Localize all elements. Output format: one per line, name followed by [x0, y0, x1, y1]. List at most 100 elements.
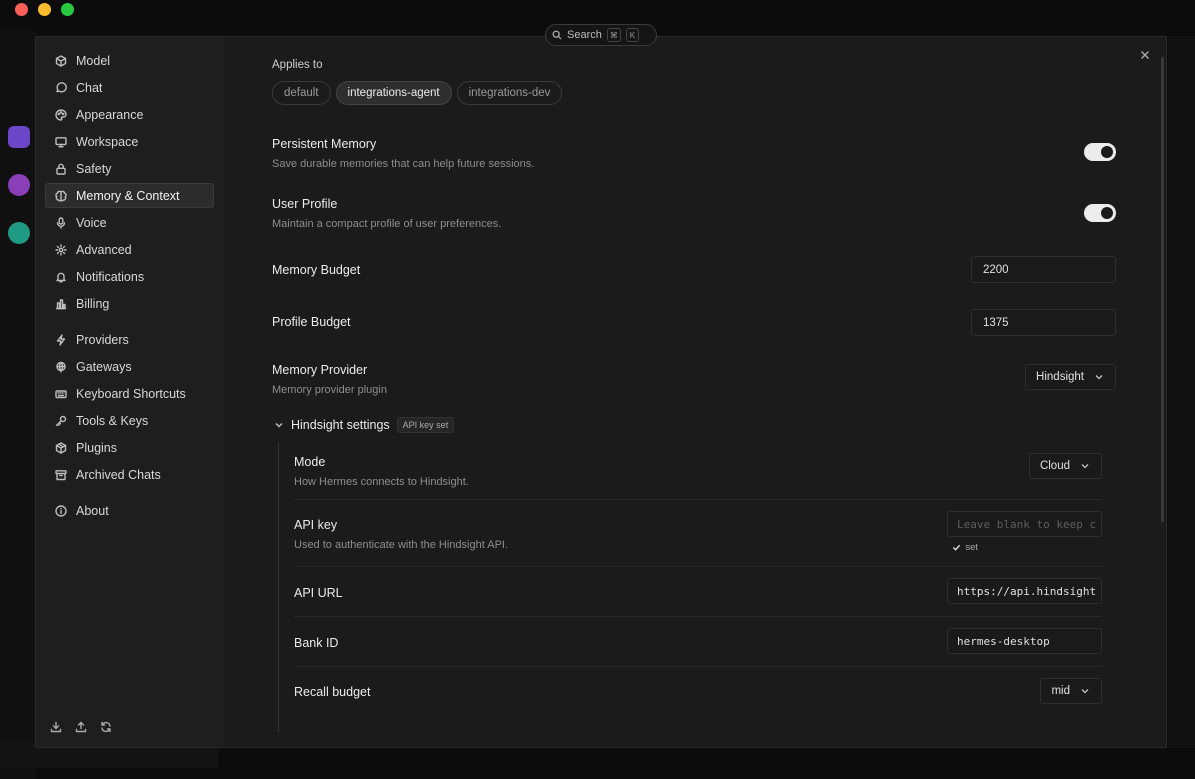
mode-row: Mode How Hermes connects to Hindsight. C… — [294, 442, 1102, 500]
close-dialog-button[interactable] — [1139, 48, 1151, 60]
monitor-icon — [55, 136, 67, 147]
mode-select[interactable]: Cloud — [1028, 453, 1102, 479]
hindsight-settings-group: Mode How Hermes connects to Hindsight. C… — [278, 442, 1103, 732]
search-button[interactable]: Search ⌘ K — [545, 24, 657, 46]
sidebar-item-model[interactable]: Model — [45, 48, 214, 73]
upload-icon[interactable] — [75, 721, 87, 733]
background-rail — [0, 30, 36, 779]
sidebar-item-gateways[interactable]: Gateways — [45, 354, 214, 379]
keyboard-icon — [55, 389, 67, 398]
profile-chip-integrations-agent[interactable]: integrations-agent — [335, 81, 452, 105]
palette-icon — [55, 108, 67, 121]
sidebar-item-advanced[interactable]: Advanced — [45, 237, 214, 262]
sidebar-item-archived-chats[interactable]: Archived Chats — [45, 462, 214, 487]
scrollbar[interactable] — [1160, 37, 1166, 747]
profile-budget-input[interactable]: 1375 — [971, 309, 1116, 336]
brain-icon — [55, 190, 67, 201]
maximize-window-button[interactable] — [61, 3, 74, 16]
package-icon — [55, 441, 67, 454]
sidebar-item-workspace[interactable]: Workspace — [45, 129, 214, 154]
background-right-rail — [1168, 36, 1195, 748]
gear-icon — [55, 243, 67, 256]
sidebar-item-billing[interactable]: Billing — [45, 291, 214, 316]
hindsight-settings-toggle[interactable]: Hindsight settings API key set — [274, 417, 455, 433]
check-icon — [953, 544, 961, 551]
sidebar-item-tools-keys[interactable]: Tools & Keys — [45, 408, 214, 433]
memory-context-panel: Applies to default integrations-agent in… — [223, 37, 1166, 747]
setting-description: Memory provider plugin — [272, 384, 387, 396]
chevron-down-icon — [275, 422, 283, 428]
cube-icon — [55, 54, 67, 67]
sidebar-item-label: Chat — [76, 80, 103, 95]
chevron-down-icon — [1095, 375, 1103, 380]
profile-chip-integrations-dev[interactable]: integrations-dev — [456, 81, 563, 105]
sidebar-item-label: Voice — [76, 215, 107, 230]
settings-sidebar: Model Chat Appearance Workspace Safety M… — [36, 37, 223, 747]
workspace-avatar — [8, 222, 30, 244]
bell-icon — [56, 272, 66, 282]
sidebar-item-label: About — [76, 503, 109, 518]
sidebar-item-safety[interactable]: Safety — [45, 156, 214, 181]
select-value: Hindsight — [1036, 371, 1084, 383]
search-label: Search — [567, 29, 602, 41]
sidebar-item-label: Notifications — [76, 269, 145, 284]
close-icon — [1141, 51, 1149, 59]
bank-id-input[interactable]: hermes-desktop — [947, 628, 1102, 654]
api-url-input[interactable]: https://api.hindsight — [947, 578, 1102, 604]
sidebar-item-label: Keyboard Shortcuts — [76, 386, 186, 401]
memory-budget-row: Memory Budget 2200 — [272, 256, 1116, 283]
memory-budget-input[interactable]: 2200 — [971, 256, 1116, 283]
sidebar-item-notifications[interactable]: Notifications — [45, 264, 214, 289]
api-key-input[interactable]: Leave blank to keep c — [947, 511, 1102, 537]
close-window-button[interactable] — [15, 3, 28, 16]
minimize-window-button[interactable] — [38, 3, 51, 16]
search-icon — [552, 30, 562, 40]
memory-provider-row: Memory Provider Memory provider plugin H… — [272, 363, 1116, 396]
refresh-icon[interactable] — [100, 721, 112, 733]
sidebar-item-voice[interactable]: Voice — [45, 210, 214, 235]
user-profile-toggle[interactable] — [1084, 204, 1116, 222]
setting-description: How Hermes connects to Hindsight. — [294, 476, 469, 488]
profile-budget-row: Profile Budget 1375 — [272, 309, 1116, 336]
download-icon[interactable] — [50, 721, 62, 733]
lock-icon — [56, 163, 66, 175]
sidebar-item-label: Workspace — [76, 134, 139, 149]
api-url-row: API URL https://api.hindsight — [294, 567, 1102, 617]
select-value: Cloud — [1039, 460, 1070, 472]
bank-id-row: Bank ID hermes-desktop — [294, 617, 1102, 667]
archive-icon — [55, 469, 67, 480]
profile-chip-default[interactable]: default — [272, 81, 331, 105]
setting-description: Save durable memories that can help futu… — [272, 158, 535, 170]
sidebar-item-label: Safety — [76, 161, 112, 176]
setting-description: Used to authenticate with the Hindsight … — [294, 539, 509, 551]
section-title: Hindsight settings — [291, 418, 390, 432]
bar-chart-icon — [55, 298, 67, 309]
persistent-memory-toggle[interactable] — [1084, 143, 1116, 161]
sidebar-item-label: Billing — [76, 296, 110, 311]
sidebar-item-plugins[interactable]: Plugins — [45, 435, 214, 460]
status-badge: API key set — [396, 417, 455, 433]
sidebar-item-appearance[interactable]: Appearance — [45, 102, 214, 127]
window-controls — [15, 3, 74, 16]
sidebar-item-label: Providers — [76, 332, 129, 347]
sidebar-item-memory-context[interactable]: Memory & Context — [45, 183, 214, 208]
bolt-icon — [56, 333, 66, 346]
sidebar-item-label: Appearance — [76, 107, 144, 122]
api-key-set-note: set — [952, 542, 978, 553]
recall-budget-select[interactable]: mid — [1040, 678, 1102, 704]
sidebar-item-chat[interactable]: Chat — [45, 75, 214, 100]
scrollbar-thumb[interactable] — [1161, 57, 1164, 522]
sidebar-footer-actions — [50, 721, 112, 733]
chevron-down-icon — [1081, 689, 1089, 694]
setting-title: Memory Provider — [272, 363, 368, 377]
memory-provider-select[interactable]: Hindsight — [1025, 364, 1116, 390]
chevron-down-icon — [1081, 464, 1089, 469]
sidebar-item-keyboard-shortcuts[interactable]: Keyboard Shortcuts — [45, 381, 214, 406]
sidebar-item-about[interactable]: About — [45, 498, 214, 523]
sidebar-item-providers[interactable]: Providers — [45, 327, 214, 352]
shortcut-key: K — [625, 28, 639, 42]
key-icon — [55, 415, 67, 426]
set-note-label: set — [965, 542, 978, 553]
api-key-row: API key Used to authenticate with the Hi… — [294, 500, 1102, 567]
setting-description: Maintain a compact profile of user prefe… — [272, 218, 502, 230]
